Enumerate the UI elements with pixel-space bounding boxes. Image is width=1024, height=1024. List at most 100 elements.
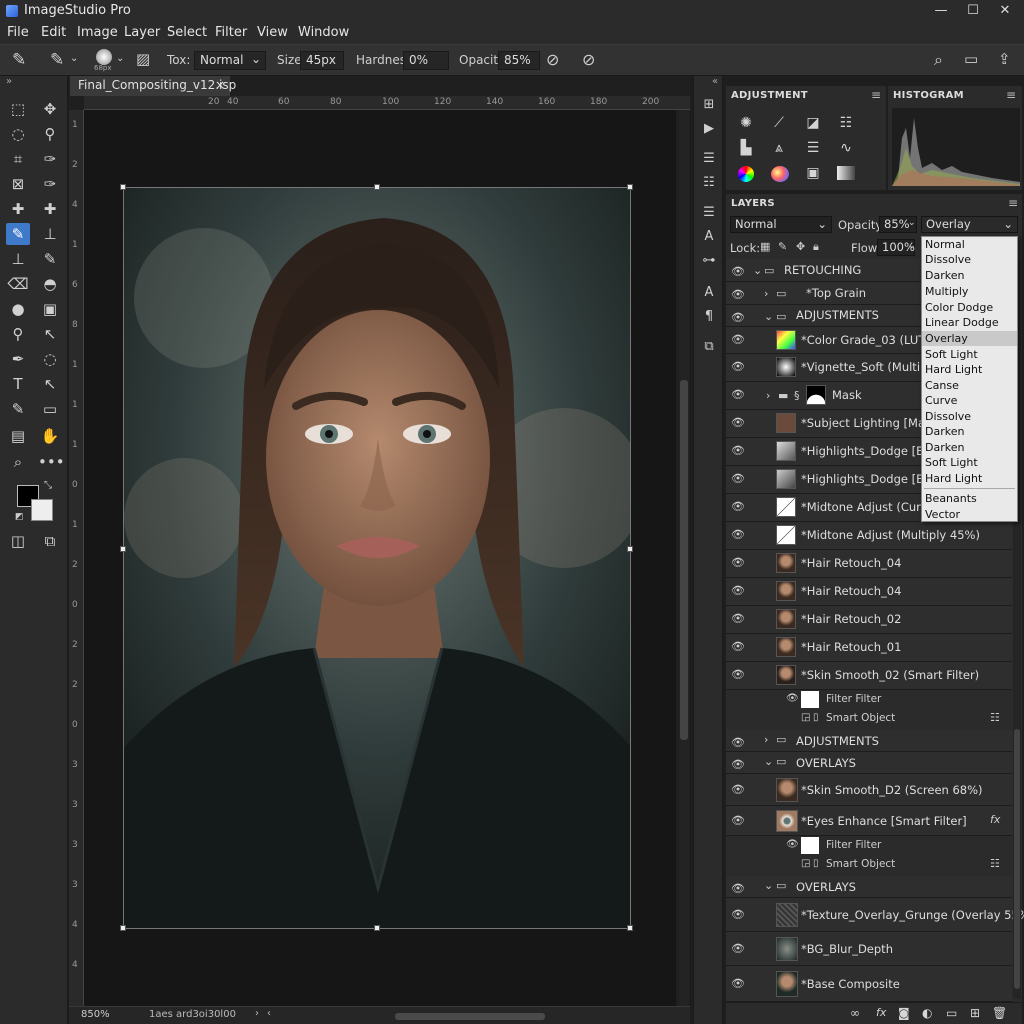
patch-tool-icon[interactable]: ✚ [38,198,62,220]
brush-tip-icon[interactable] [96,49,112,65]
chevron-down-icon[interactable]: ⌄ [70,53,78,64]
smart-object-row[interactable]: ◲ ▯ Smart Object ☷ [726,709,1012,728]
panel-menu-icon[interactable]: ≡ [1008,196,1018,210]
chevron-left-icon[interactable]: ‹ [267,1008,271,1019]
quick-mask-icon[interactable]: ◫ [6,530,30,552]
blend-option[interactable]: Dissolve [922,252,1017,267]
color-lookup-icon[interactable] [738,166,754,182]
close-button[interactable]: ✕ [990,2,1020,20]
transform-handle[interactable] [120,184,126,190]
new-layer-icon[interactable]: ⊞ [970,1006,980,1020]
stamp-tool-icon[interactable]: ⊥ [38,223,62,245]
visibility-eye-icon[interactable]: 👁︎ [731,942,745,955]
visibility-eye-icon[interactable]: 👁︎ [731,416,745,429]
blend-option[interactable]: Dissolve [922,409,1017,424]
color-balance-icon[interactable]: ∿ [835,139,857,157]
blend-option[interactable]: Curve [922,393,1017,408]
marquee-tool-icon[interactable]: ⬚ [6,98,30,120]
scrollbar-thumb[interactable] [1014,729,1020,989]
vibrance-icon[interactable]: ⩓ [768,139,790,157]
color-sampler-icon[interactable]: ✑ [38,173,62,195]
menu-window[interactable]: Window [298,25,349,40]
fx-icon[interactable]: fx [990,813,1000,826]
menu-filter[interactable]: Filter [215,25,247,40]
visibility-eye-icon[interactable]: 👁︎ [731,288,745,301]
opacity-field[interactable]: 85% [498,51,540,70]
smart-object-row[interactable]: ◲ ▯ Smart Object ☷ [726,855,1012,874]
type-tool-icon[interactable]: T [6,373,30,395]
panel-menu-icon[interactable]: ≡ [1006,88,1016,102]
portrait-photo[interactable] [123,187,631,929]
blend-option[interactable]: Soft Light [922,347,1017,362]
brightness-icon[interactable]: ✺ [735,114,757,132]
layer-row[interactable]: 👁︎ *Eyes Enhance [Smart Filter] fx [726,806,1012,836]
swap-colors-icon[interactable]: ⤡ [44,480,52,491]
blend-option[interactable]: Color Dodge [922,300,1017,315]
channels-panel-icon[interactable]: ☰ [697,202,721,224]
layer-row[interactable]: 👁︎ *Skin Smooth_02 (Smart Filter) [726,662,1012,690]
visibility-eye-icon[interactable]: 👁︎ [731,783,745,796]
lasso-tool-icon[interactable]: ◌ [6,123,30,145]
brush-settings-icon[interactable]: ▨ [136,50,150,68]
path-select-icon[interactable]: ↖ [38,323,62,345]
frame-tool-icon[interactable]: ⊠ [6,173,30,195]
visibility-eye-icon[interactable]: 👁︎ [731,736,745,749]
eyedropper-icon[interactable]: ✑ [38,148,62,170]
minimize-button[interactable]: — [926,2,956,20]
menu-layer[interactable]: Layer [124,25,160,40]
curves-icon[interactable]: ⟋ [768,114,790,132]
transform-handle[interactable] [374,925,380,931]
menu-view[interactable]: View [257,25,288,40]
more-tools-icon[interactable]: ••• [38,451,65,473]
screen-mode-icon[interactable]: ⧉ [38,530,62,552]
layer-row[interactable]: 👁︎ *Hair Retouch_02 [726,606,1012,634]
chevron-down-icon[interactable]: ⌄ [764,310,773,323]
document-tab[interactable]: Final_Compositing_v12.isp × [70,76,236,96]
visibility-eye-icon[interactable]: 👁︎ [731,612,745,625]
filter-settings-icon[interactable]: ☷ [990,857,1000,870]
blend-option[interactable]: Hard Light [922,362,1017,377]
crop-tool-icon[interactable]: ⌗ [6,148,30,170]
eraser-tool-icon[interactable]: ⌫ [6,273,30,295]
brush-tool-icon[interactable]: ✎ [12,50,26,70]
visibility-eye-icon[interactable]: 👁︎ [731,333,745,346]
lock-transparency-icon[interactable]: ▦ [760,240,770,253]
image-icon[interactable]: ▤ [6,425,30,447]
panel-menu-icon[interactable]: ≡ [871,88,881,102]
visibility-eye-icon[interactable]: 👁︎ [786,839,799,850]
size-field[interactable]: 45px [300,51,344,70]
blend-option[interactable]: Multiply [922,284,1017,299]
hue-saturation-icon[interactable]: ☰ [802,139,824,157]
blend-option-selected[interactable]: Overlay [922,331,1017,346]
transform-handle[interactable] [120,925,126,931]
chevron-right-icon[interactable]: › [255,1008,259,1019]
rectangle-tool-icon[interactable]: ▭ [38,398,62,420]
blend-option[interactable]: Linear Dodge (Add) [922,315,1017,344]
chevron-down-icon[interactable]: ⌄ [764,755,773,768]
text-panel-icon[interactable]: A [697,226,721,248]
transform-handle[interactable] [627,925,633,931]
actions-panel-icon[interactable]: ▶ [697,118,721,140]
pressure-icon[interactable]: ⊘ [582,50,595,69]
add-style-icon[interactable]: fx [876,1006,886,1019]
horizontal-scrollbar-thumb[interactable] [395,1013,545,1020]
menu-file[interactable]: File [7,25,29,40]
new-adjustment-icon[interactable]: ◐ [922,1006,932,1020]
layer-row[interactable]: 👁︎ *Midtone Adjust (Multiply 45%) [726,522,1012,550]
smart-filter-row[interactable]: 👁︎ Filter Filter [726,836,1012,855]
zoom-tool-icon[interactable]: ⌕ [6,451,30,473]
layer-blend-mode-select[interactable]: Normal ⌄ [730,216,832,233]
blend-option[interactable]: Darken [922,440,1017,455]
gradient-map-icon[interactable] [837,166,855,180]
pen-tool-icon[interactable]: ✒ [6,348,30,370]
lock-all-icon[interactable]: 🔒︎ [813,240,819,254]
transform-handle[interactable] [627,546,633,552]
visibility-eye-icon[interactable]: 👁︎ [731,977,745,990]
share-icon[interactable]: ⇪ [998,50,1011,68]
visibility-eye-icon[interactable]: 👁︎ [731,668,745,681]
gradient-tool-icon[interactable]: ▣ [38,298,62,320]
airbrush-icon[interactable]: ⊘ [546,50,559,69]
blend-option[interactable]: Darken [922,268,1017,283]
transform-handle[interactable] [374,184,380,190]
transform-handle[interactable] [120,546,126,552]
